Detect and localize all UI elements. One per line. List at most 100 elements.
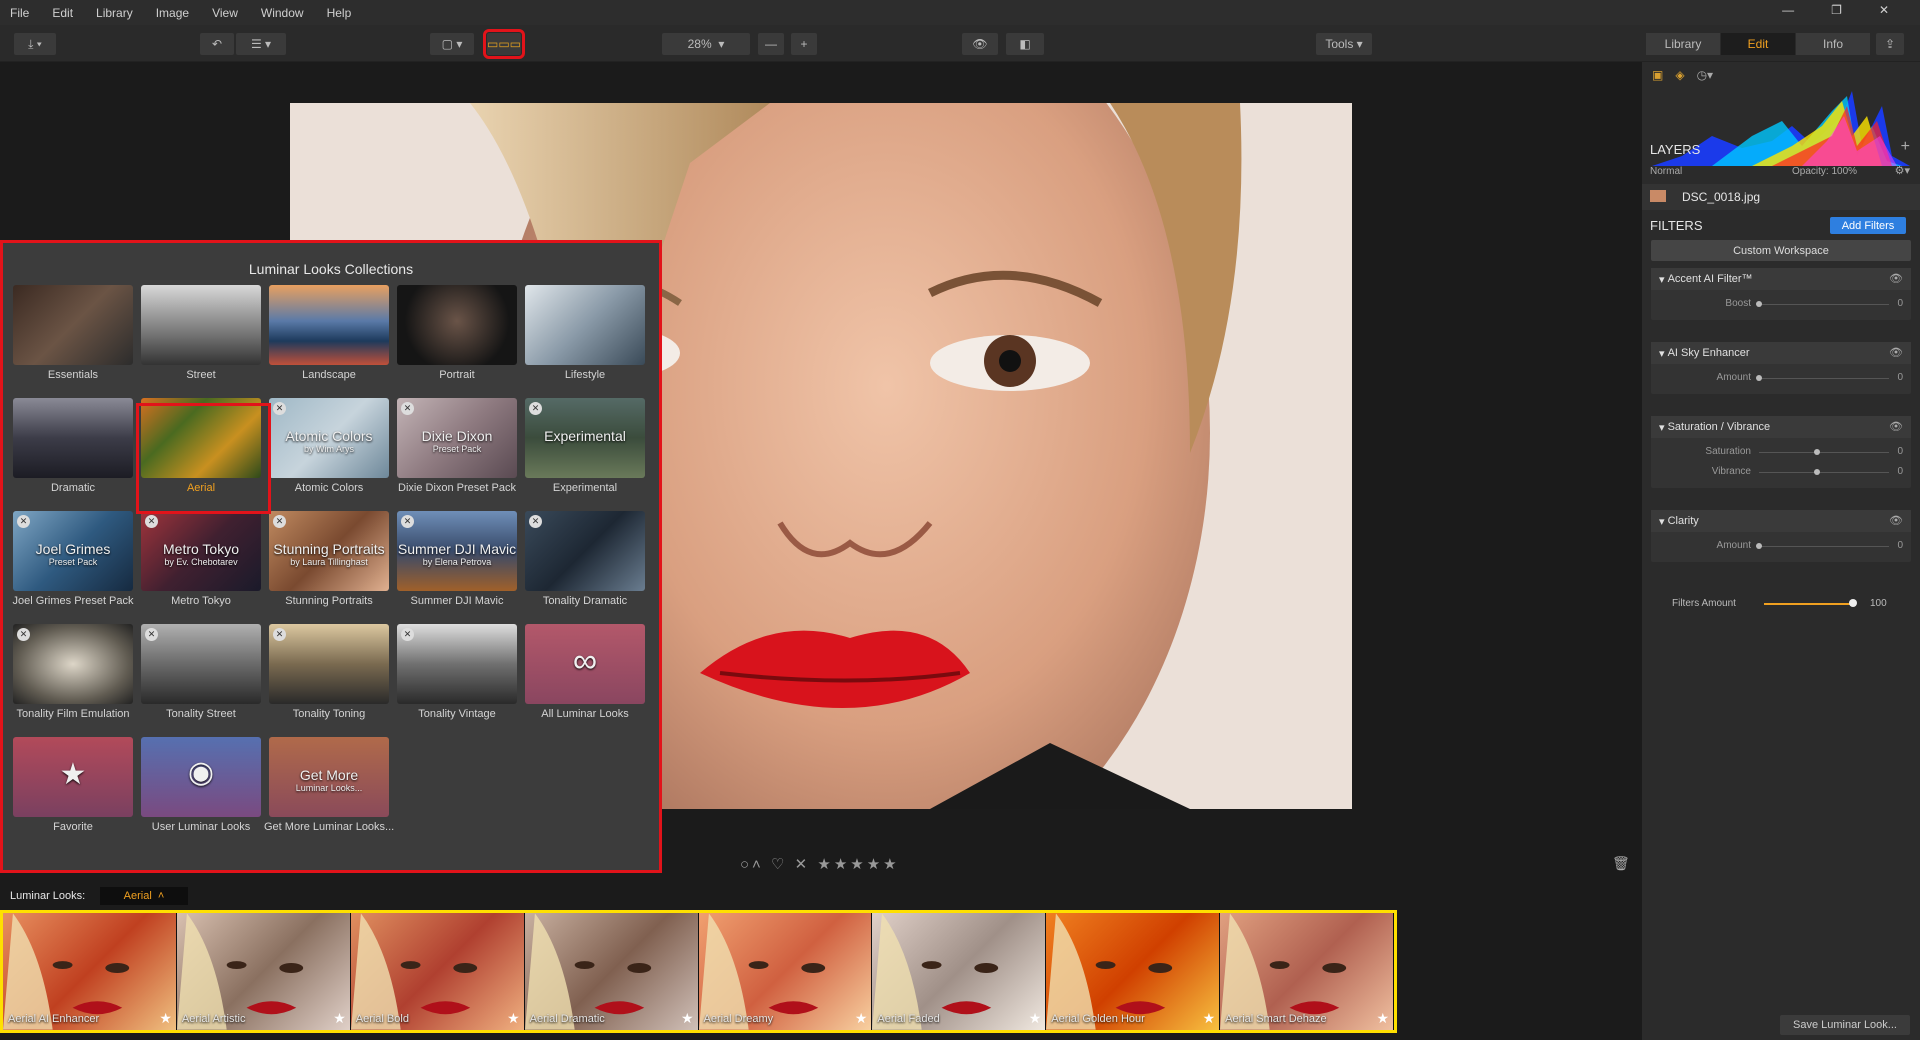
eye-icon[interactable]: 👁 xyxy=(1889,514,1903,527)
layers-icon[interactable]: ◈ xyxy=(1675,68,1684,82)
remove-collection-icon[interactable]: ✕ xyxy=(529,402,542,415)
look-thumbnail[interactable]: Aerial Golden Hour ★ xyxy=(1046,913,1220,1030)
slider-track[interactable] xyxy=(1759,452,1889,453)
collection-tile-favorite[interactable]: ★ xyxy=(13,737,133,817)
blend-mode[interactable]: Normal xyxy=(1650,166,1682,177)
remove-collection-icon[interactable]: ✕ xyxy=(145,628,158,641)
remove-collection-icon[interactable]: ✕ xyxy=(17,628,30,641)
restore-icon[interactable]: ❐ xyxy=(1831,3,1842,17)
tab-info[interactable]: Info xyxy=(1796,33,1870,55)
menu-library[interactable]: Library xyxy=(96,6,133,20)
zoom-select[interactable]: 28% ▾ xyxy=(662,33,750,55)
filter-header[interactable]: ▾ Clarity 👁 xyxy=(1651,510,1911,532)
eye-icon[interactable]: 👁 xyxy=(1889,346,1903,359)
reject-icon[interactable]: ✕ xyxy=(795,856,811,873)
collection-tile-stunning-portraits[interactable]: Stunning Portraits by Laura Tillinghast ✕ xyxy=(269,511,389,591)
histogram-icon[interactable]: ▣ xyxy=(1652,68,1663,82)
favorite-star-icon[interactable]: ★ xyxy=(159,1010,172,1027)
layers-title[interactable]: LAYERS xyxy=(1650,142,1700,157)
save-look-button[interactable]: Save Luminar Look... xyxy=(1780,1015,1910,1035)
remove-collection-icon[interactable]: ✕ xyxy=(401,515,414,528)
menu-help[interactable]: Help xyxy=(327,6,352,20)
collection-tile-all-luminar-looks[interactable]: ∞ xyxy=(525,624,645,704)
zoom-out-button[interactable]: — xyxy=(758,33,784,55)
slider-knob[interactable] xyxy=(1756,543,1762,549)
layer-row[interactable]: DSC_0018.jpg xyxy=(1642,184,1920,210)
zoom-in-button[interactable]: + xyxy=(791,33,817,55)
history-button[interactable]: ☰ ▾ xyxy=(236,33,286,55)
collection-tile-user-luminar-looks[interactable]: ◉ xyxy=(141,737,261,817)
tab-library[interactable]: Library xyxy=(1646,33,1720,55)
slider-track[interactable] xyxy=(1759,378,1889,379)
collection-tile-tonality-street[interactable]: ✕ xyxy=(141,624,261,704)
filter-header[interactable]: ▾ Saturation / Vibrance 👁 xyxy=(1651,416,1911,438)
slider-track[interactable] xyxy=(1759,304,1889,305)
sidebar-toggle-button[interactable]: ▢ ▾ xyxy=(430,33,474,55)
remove-collection-icon[interactable]: ✕ xyxy=(401,402,414,415)
share-button[interactable]: ⇪ xyxy=(1876,33,1904,55)
remove-collection-icon[interactable]: ✕ xyxy=(17,515,30,528)
favorite-star-icon[interactable]: ★ xyxy=(333,1010,346,1027)
collection-tile-tonality-dramatic[interactable]: ✕ xyxy=(525,511,645,591)
look-thumbnail[interactable]: Aerial AI Enhancer ★ xyxy=(3,913,176,1030)
remove-collection-icon[interactable]: ✕ xyxy=(145,515,158,528)
look-thumbnail[interactable]: Aerial Dramatic ★ xyxy=(524,913,698,1030)
collection-tile-landscape[interactable] xyxy=(269,285,389,365)
looks-collection-select[interactable]: Aerial ˄ xyxy=(100,887,188,905)
collection-tile-summer-dji-mavic[interactable]: Summer DJI Mavic by Elena Petrova ✕ xyxy=(397,511,517,591)
collection-tile-tonality-vintage[interactable]: ✕ xyxy=(397,624,517,704)
undo-button[interactable]: ↶ xyxy=(200,33,234,55)
look-thumbnail[interactable]: Aerial Dreamy ★ xyxy=(698,913,872,1030)
collection-tile-tonality-film-emulation[interactable]: ✕ xyxy=(13,624,133,704)
filters-amount-knob[interactable] xyxy=(1849,599,1857,607)
menu-window[interactable]: Window xyxy=(261,6,304,20)
close-icon[interactable]: ✕ xyxy=(1879,3,1889,17)
remove-collection-icon[interactable]: ✕ xyxy=(401,628,414,641)
look-thumbnail[interactable]: Aerial Bold ★ xyxy=(350,913,524,1030)
minimize-icon[interactable]: — xyxy=(1782,3,1794,17)
filter-header[interactable]: ▾ Accent AI Filter™ 👁 xyxy=(1651,268,1911,290)
star-rating[interactable]: ★★★★★ xyxy=(817,856,899,873)
compare-button[interactable]: ◧ xyxy=(1006,33,1044,55)
eye-icon[interactable]: 👁 xyxy=(1889,420,1903,433)
gear-icon[interactable]: ⚙▾ xyxy=(1895,164,1910,177)
favorite-star-icon[interactable]: ★ xyxy=(1376,1010,1389,1027)
color-label-icon[interactable]: ○˄ xyxy=(740,856,764,873)
workspace-select[interactable]: Custom Workspace xyxy=(1651,240,1911,261)
filmstrip-toggle-button[interactable]: ▭▭▭ xyxy=(483,29,525,59)
filters-amount-slider[interactable] xyxy=(1764,603,1852,605)
filter-header[interactable]: ▾ AI Sky Enhancer 👁 xyxy=(1651,342,1911,364)
menu-file[interactable]: File xyxy=(10,6,29,20)
collection-tile-experimental[interactable]: Experimental ✕ xyxy=(525,398,645,478)
collection-tile-dramatic[interactable] xyxy=(13,398,133,478)
favorite-star-icon[interactable]: ★ xyxy=(507,1010,520,1027)
collection-tile-lifestyle[interactable] xyxy=(525,285,645,365)
filters-title[interactable]: FILTERS xyxy=(1650,218,1703,233)
slider-knob[interactable] xyxy=(1756,375,1762,381)
remove-collection-icon[interactable]: ✕ xyxy=(273,402,286,415)
look-thumbnail[interactable]: Aerial Artistic ★ xyxy=(176,913,350,1030)
slider-knob[interactable] xyxy=(1814,469,1820,475)
history-icon[interactable]: ◷▾ xyxy=(1697,68,1714,82)
look-thumbnail[interactable]: Aerial Faded ★ xyxy=(872,913,1046,1030)
trash-icon[interactable]: 🗑 xyxy=(1612,855,1630,872)
favorite-star-icon[interactable]: ★ xyxy=(1203,1010,1216,1027)
heart-icon[interactable]: ♡ xyxy=(771,856,787,873)
favorite-star-icon[interactable]: ★ xyxy=(855,1010,868,1027)
collection-tile-dixie-dixon-preset-pack[interactable]: Dixie Dixon Preset Pack ✕ xyxy=(397,398,517,478)
remove-collection-icon[interactable]: ✕ xyxy=(529,515,542,528)
menu-image[interactable]: Image xyxy=(156,6,189,20)
look-thumbnail[interactable]: Aerial Smart Dehaze ★ xyxy=(1220,913,1393,1030)
collection-tile-essentials[interactable] xyxy=(13,285,133,365)
import-button[interactable]: ⤓ ▾ xyxy=(14,33,56,55)
add-filters-button[interactable]: Add Filters xyxy=(1830,217,1906,234)
collection-tile-portrait[interactable] xyxy=(397,285,517,365)
add-layer-icon[interactable]: + xyxy=(1901,138,1910,156)
collection-tile-metro-tokyo[interactable]: Metro Tokyo by Ev. Chebotarev ✕ xyxy=(141,511,261,591)
slider-knob[interactable] xyxy=(1814,449,1820,455)
menu-edit[interactable]: Edit xyxy=(52,6,73,20)
collection-tile-joel-grimes-preset-pack[interactable]: Joel Grimes Preset Pack ✕ xyxy=(13,511,133,591)
collection-tile-atomic-colors[interactable]: Atomic Colors by Wim Arys ✕ xyxy=(269,398,389,478)
remove-collection-icon[interactable]: ✕ xyxy=(273,515,286,528)
collection-tile-street[interactable] xyxy=(141,285,261,365)
